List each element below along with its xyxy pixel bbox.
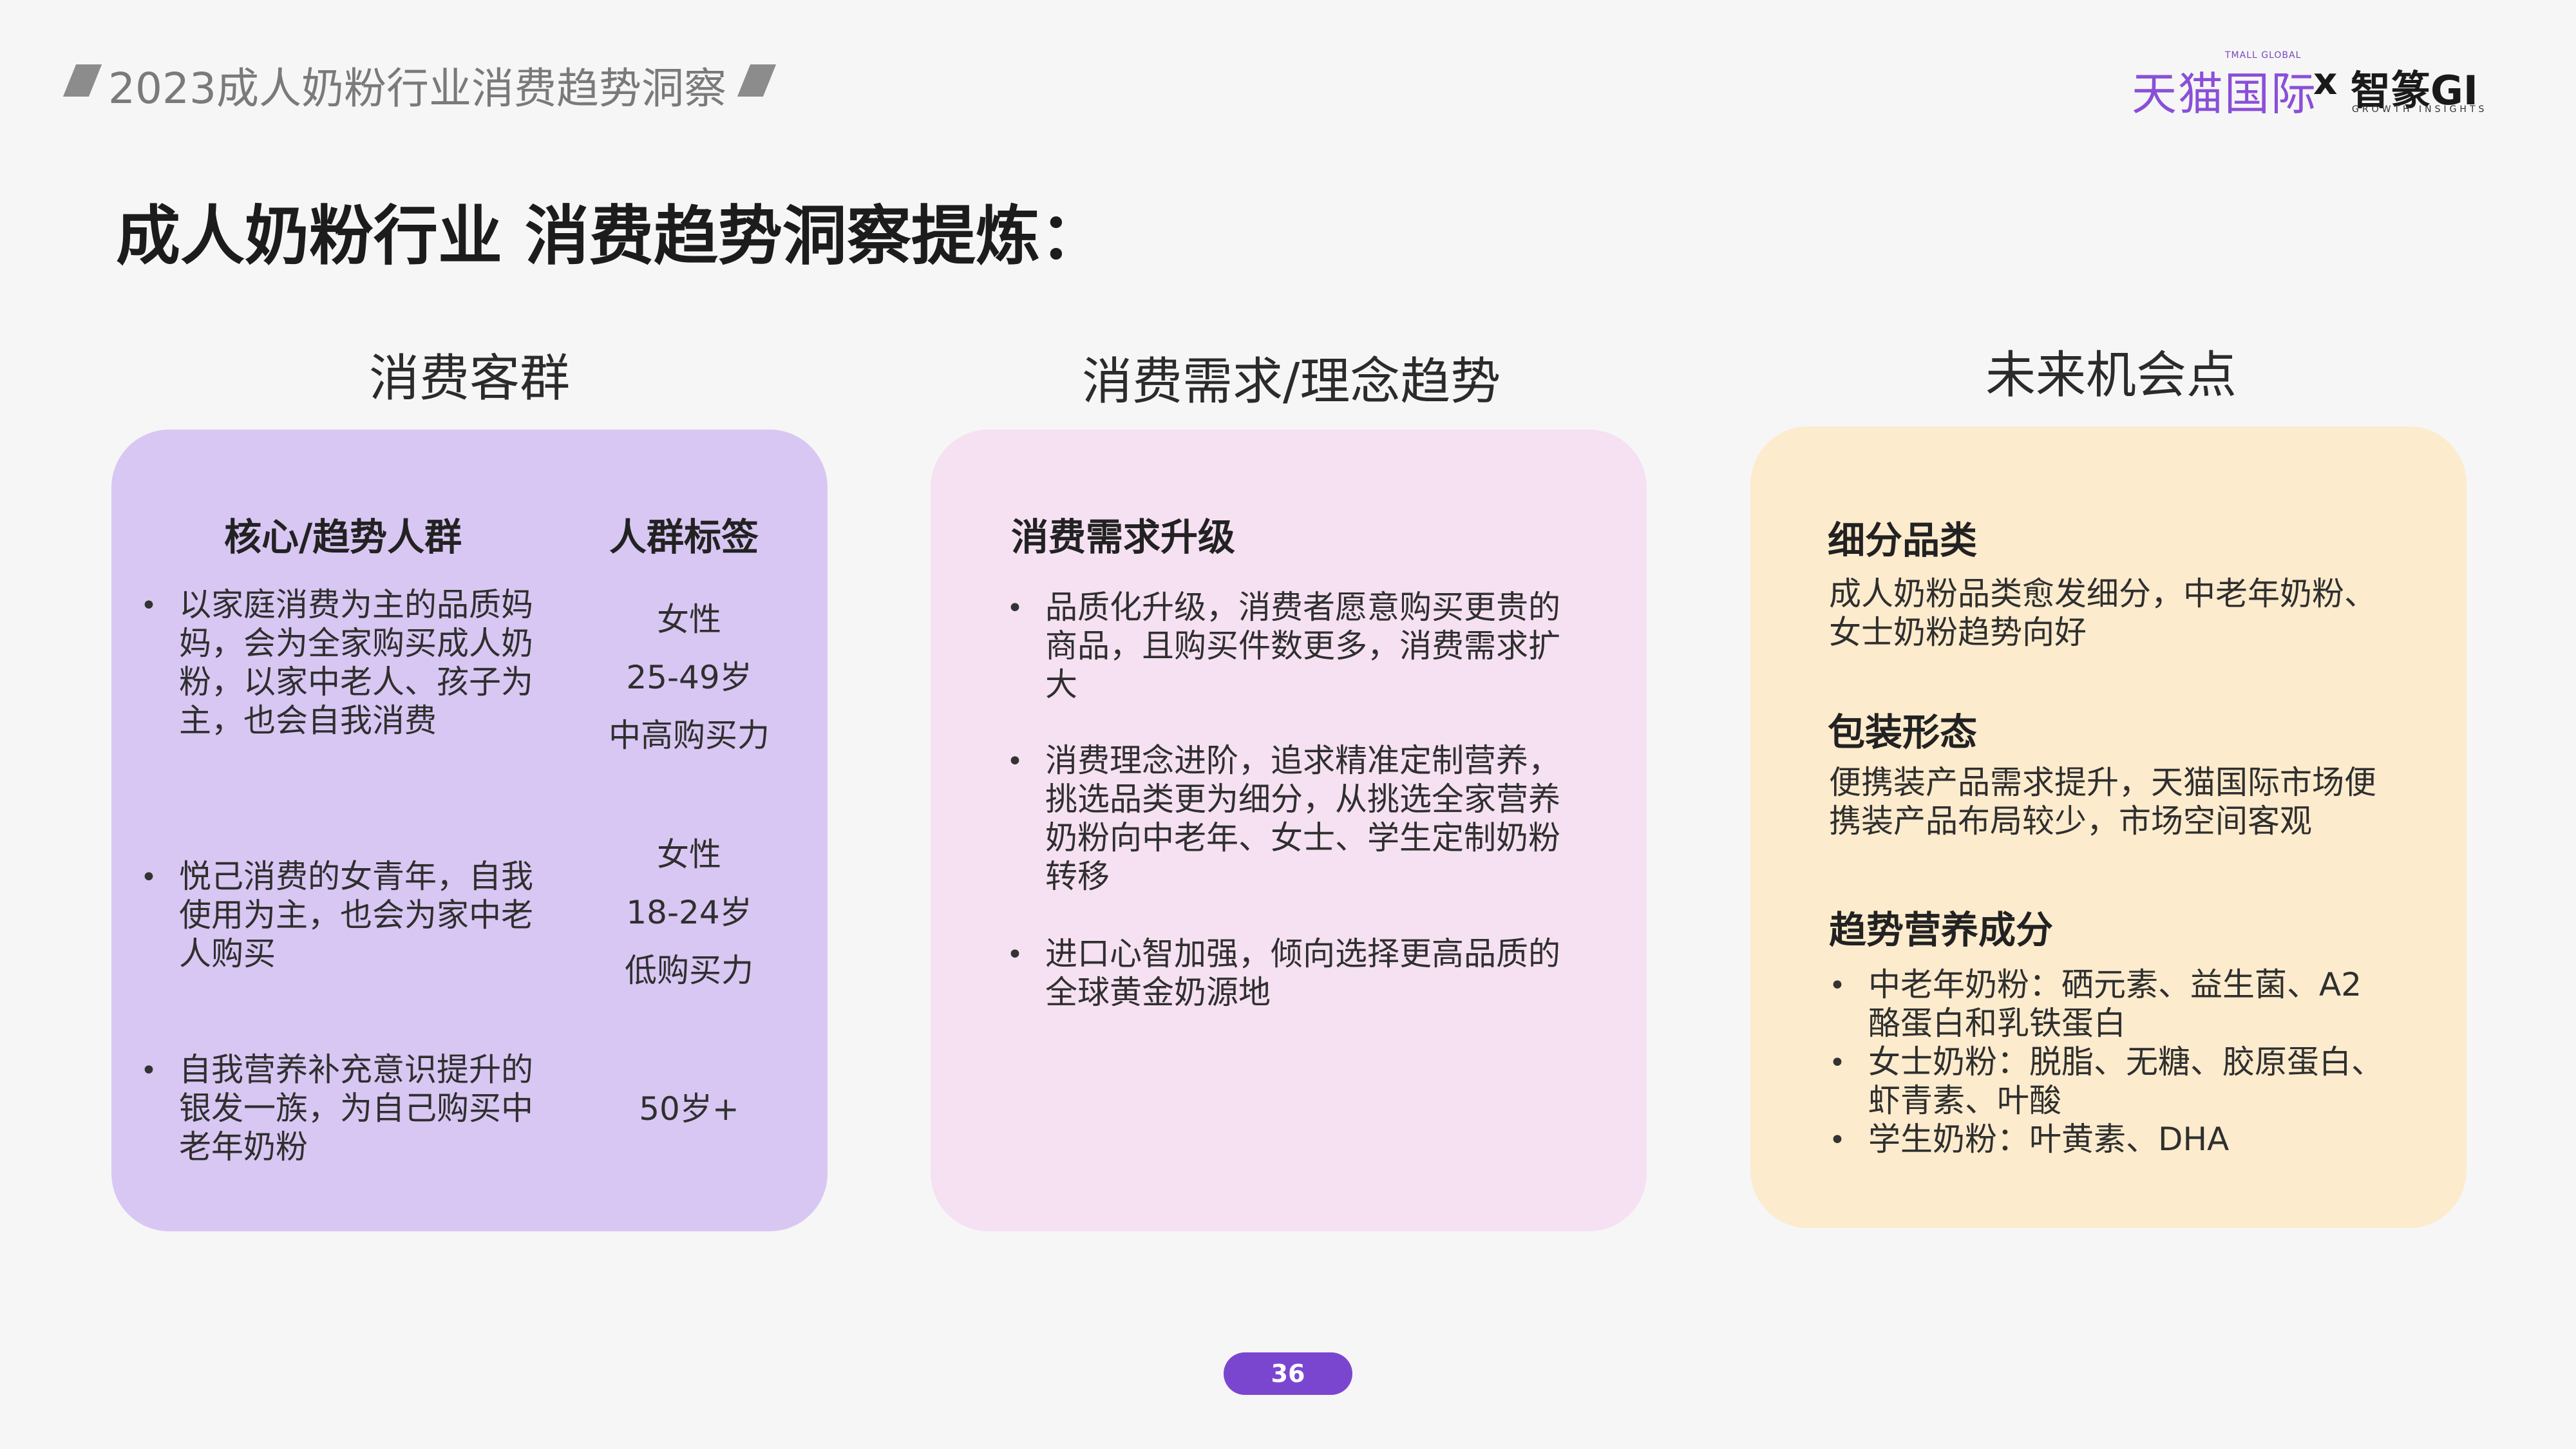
item-text: 品质化升级，消费者愿意购买更贵的 商品，且购买件数更多，消费需求扩 大 <box>1045 588 1560 704</box>
section-header: 细分品类 <box>1828 518 1978 562</box>
text-line: 便携装产品需求提升，天猫国际市场便 <box>1829 764 2376 801</box>
group-description: 自我营养补充意识提升的 银发一族，为自己购买中 老年奶粉 <box>179 1050 533 1166</box>
text-line: 人购买 <box>179 935 276 972</box>
text-line: 转移 <box>1045 858 1110 895</box>
text-line: 女士奶粉趋势向好 <box>1829 614 2087 651</box>
text-line: 挑选品类更为细分，从挑选全家营养 <box>1045 781 1560 818</box>
text-line: 老年奶粉 <box>179 1128 308 1166</box>
gi-logo-subtext: GROWTH INSIGHTS <box>2352 104 2488 115</box>
tmall-logo-text: 天猫国际 <box>2132 68 2317 120</box>
text-line: 妈，会为全家购买成人奶 <box>179 625 533 662</box>
text-line: 成人奶粉品类愈发细分，中老年奶粉、 <box>1829 575 2376 612</box>
nutrient-item: 学生奶粉：叶黄素、DHA <box>1868 1120 2229 1159</box>
text-line: 悦己消费的女青年，自我 <box>179 858 533 895</box>
nutrient-item: 女士奶粉：脱脂、无糖、胶原蛋白、 虾青素、叶酸 <box>1868 1043 2383 1120</box>
text-line: 消费理念进阶，追求精准定制营养， <box>1045 742 1560 779</box>
tag-purchasing-power: 中高购买力 <box>609 717 770 754</box>
tmall-global-logo: TMALL GLOBAL 天猫国际 <box>2132 45 2325 120</box>
demand-trend-card: 消费需求升级 • 品质化升级，消费者愿意购买更贵的 商品，且购买件数更多，消费需… <box>931 430 1647 1231</box>
tag-purchasing-power: 低购买力 <box>625 952 753 989</box>
bullet: • <box>140 589 157 622</box>
title-slash-left <box>62 64 102 97</box>
column-title-opportunity: 未来机会点 <box>1985 346 2237 404</box>
text-line: 银发一族，为自己购买中 <box>179 1090 533 1127</box>
text-line: 携装产品布局较少，市场空间客观 <box>1829 802 2312 840</box>
text-line: 女士奶粉：脱脂、无糖、胶原蛋白、 <box>1868 1043 2383 1081</box>
main-title: 成人奶粉行业 消费趋势洞察提炼： <box>116 198 1104 274</box>
bullet: • <box>1007 745 1023 778</box>
item-text: 进口心智加强，倾向选择更高品质的 全球黄金奶源地 <box>1045 934 1560 1012</box>
group-description: 以家庭消费为主的品质妈 妈，会为全家购买成人奶 粉，以家中老人、孩子为 主，也会… <box>179 585 533 740</box>
logo-separator-x: x <box>2313 59 2338 103</box>
section-header: 包装形态 <box>1828 710 1978 754</box>
demand-upgrade-header: 消费需求升级 <box>1011 515 1236 559</box>
page-number: 36 <box>1224 1352 1352 1395</box>
column-title-audience: 消费客群 <box>369 350 571 408</box>
item-text: 消费理念进阶，追求精准定制营养， 挑选品类更为细分，从挑选全家营养 奶粉向中老年… <box>1045 741 1560 896</box>
section-text: 便携装产品需求提升，天猫国际市场便 携装产品布局较少，市场空间客观 <box>1829 763 2376 840</box>
text-line: 使用为主，也会为家中老 <box>179 896 533 934</box>
text-line: 学生奶粉：叶黄素、DHA <box>1868 1121 2230 1158</box>
nutrient-item: 中老年奶粉：硒元素、益生菌、A2 酪蛋白和乳铁蛋白 <box>1868 965 2362 1043</box>
group-description: 悦己消费的女青年，自我 使用为主，也会为家中老 人购买 <box>179 857 533 973</box>
group-tag-header: 人群标签 <box>609 515 759 559</box>
audience-card: 核心/趋势人群 人群标签 • 以家庭消费为主的品质妈 妈，会为全家购买成人奶 粉… <box>111 430 828 1231</box>
text-line: 奶粉向中老年、女士、学生定制奶粉 <box>1045 819 1560 857</box>
text-line: 大 <box>1045 666 1077 703</box>
bullet: • <box>140 1054 157 1087</box>
tag-age: 50岁+ <box>639 1090 739 1128</box>
zhizhuan-gi-logo: 智篆GI GROWTH INSIGHTS <box>2351 45 2486 116</box>
text-line: 品质化升级，消费者愿意购买更贵的 <box>1045 589 1560 626</box>
tag-gender: 女性 <box>657 601 721 638</box>
text-line: 中老年奶粉：硒元素、益生菌、A2 <box>1868 966 2362 1003</box>
text-line: 全球黄金奶源地 <box>1045 974 1271 1011</box>
tag-gender: 女性 <box>657 836 721 873</box>
report-title: 2023成人奶粉行业消费趋势洞察 <box>108 64 726 113</box>
bullet: • <box>1829 969 1846 1002</box>
title-slash-right <box>737 64 777 97</box>
section-header: 趋势营养成分 <box>1829 908 2054 952</box>
text-line: 以家庭消费为主的品质妈 <box>179 586 533 623</box>
bullet: • <box>1829 1124 1846 1157</box>
text-line: 进口心智加强，倾向选择更高品质的 <box>1045 935 1560 972</box>
text-line: 自我营养补充意识提升的 <box>179 1051 533 1088</box>
text-line: 主，也会自我消费 <box>179 702 437 739</box>
column-title-demand: 消费需求/理念趋势 <box>1082 353 1501 411</box>
text-line: 粉，以家中老人、孩子为 <box>179 663 533 701</box>
bullet: • <box>1007 938 1023 971</box>
section-text: 成人奶粉品类愈发细分，中老年奶粉、 女士奶粉趋势向好 <box>1829 574 2376 652</box>
tag-age: 18-24岁 <box>626 894 752 931</box>
bullet: • <box>1007 592 1023 625</box>
core-group-header: 核心/趋势人群 <box>224 515 462 559</box>
opportunity-card: 细分品类 成人奶粉品类愈发细分，中老年奶粉、 女士奶粉趋势向好 包装形态 便携装… <box>1750 426 2467 1228</box>
bullet: • <box>1829 1046 1846 1079</box>
bullet: • <box>140 861 157 894</box>
text-line: 商品，且购买件数更多，消费需求扩 <box>1045 627 1560 665</box>
text-line: 酪蛋白和乳铁蛋白 <box>1868 1005 2126 1042</box>
text-line: 虾青素、叶酸 <box>1868 1082 2061 1119</box>
tag-age: 25-49岁 <box>626 659 752 696</box>
